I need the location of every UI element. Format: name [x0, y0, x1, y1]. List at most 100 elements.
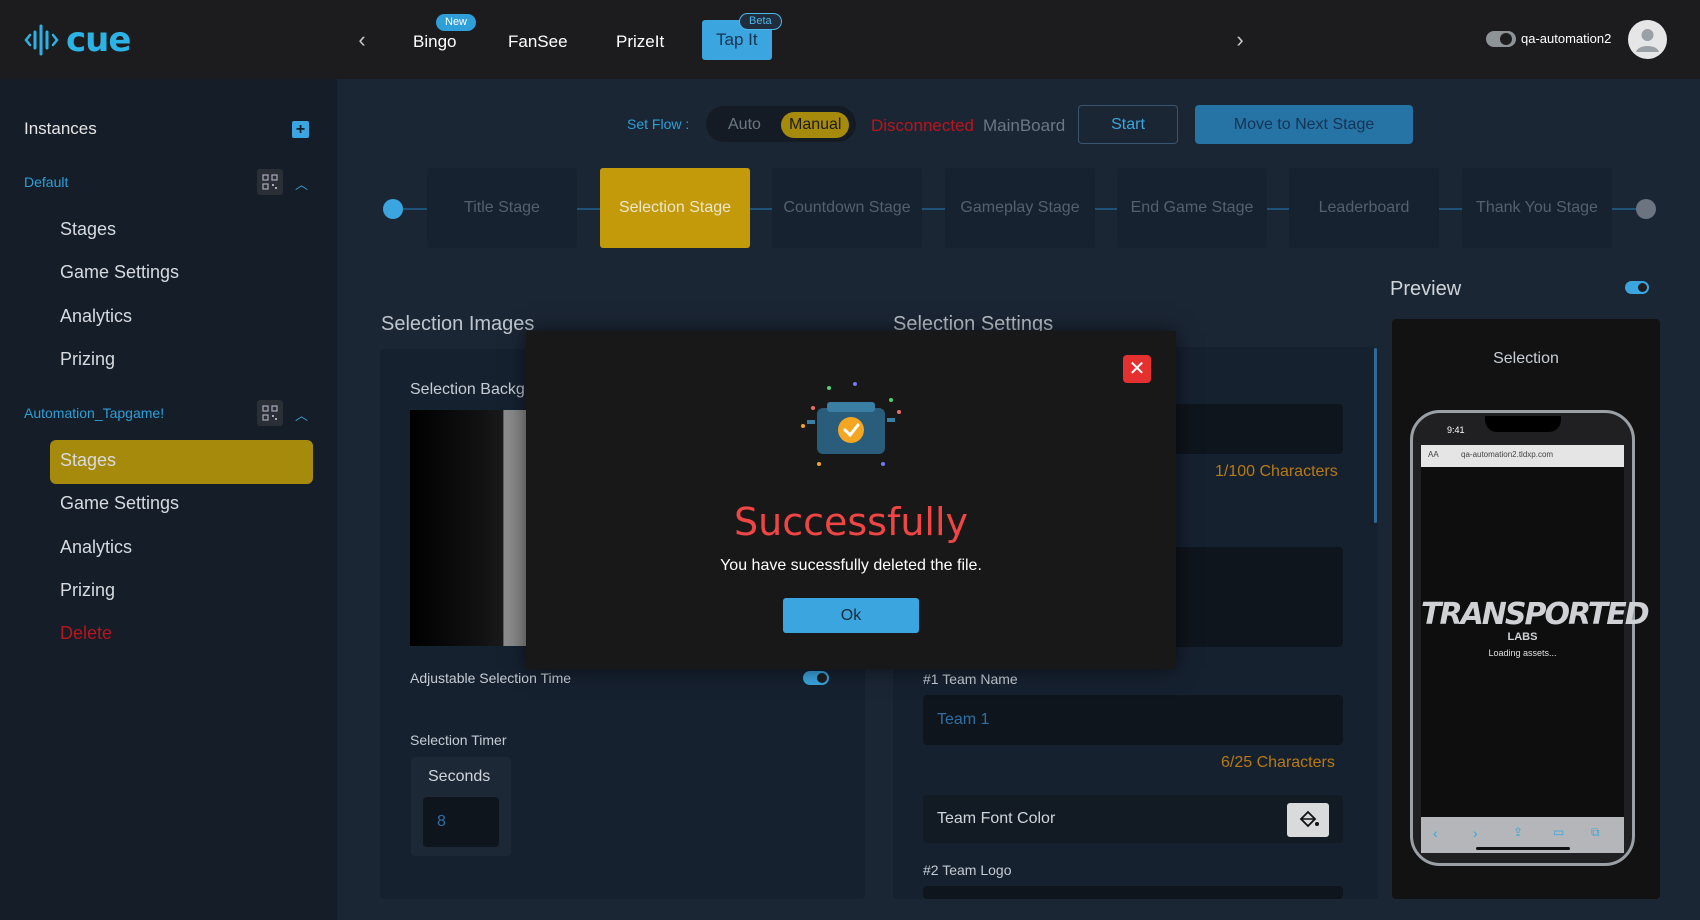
add-instance-button[interactable]: + — [292, 121, 309, 138]
timeline-end-dot — [1636, 199, 1656, 219]
seconds-input[interactable]: 8 — [423, 797, 499, 847]
phone-frame: 9:41 AA qa-automation2.tldxp.com TRANSPO… — [1410, 410, 1650, 866]
transported-brand: TRANSPORTED — [1421, 597, 1650, 632]
phone-aa: AA — [1428, 450, 1439, 459]
stage-leaderboard[interactable]: Leaderboard — [1289, 168, 1439, 248]
phone-screen: TRANSPORTED LABS Loading assets... — [1421, 467, 1650, 817]
loading-text: Loading assets... — [1488, 648, 1557, 658]
sidebar-item-prizing[interactable]: Prizing — [60, 349, 115, 370]
labs-brand: LABS — [1507, 631, 1538, 643]
team1-name-label: #1 Team Name — [923, 671, 1018, 687]
cue-logo[interactable]: cue — [24, 20, 131, 60]
modal-title: Successfully — [733, 500, 969, 544]
team1-char-count: 6/25 Characters — [1221, 754, 1335, 771]
sidebar-item-stages[interactable]: Stages — [60, 219, 116, 240]
success-illustration-icon — [801, 382, 901, 466]
collapse-chevron-icon[interactable]: ︿ — [295, 174, 308, 193]
tab-prizeit[interactable]: PrizeIt — [616, 26, 664, 58]
board-name: MainBoard — [983, 116, 1066, 135]
connection-status: Disconnected — [871, 116, 975, 135]
flow-manual-option[interactable]: Manual — [781, 112, 850, 138]
tab-label: Bingo — [413, 32, 457, 51]
phone-url: qa-automation2.tldxp.com — [1461, 450, 1554, 459]
close-icon[interactable]: ✕ — [1123, 355, 1151, 383]
stage-countdown[interactable]: Countdown Stage — [772, 168, 922, 248]
adjustable-time-toggle[interactable] — [803, 671, 829, 685]
selection-images-title: Selection Images — [381, 313, 535, 335]
forward-arrow-icon: › — [1473, 825, 1478, 841]
home-indicator — [1476, 847, 1570, 850]
team-font-color-row: Team Font Color — [923, 795, 1343, 843]
sidebar-item-game-settings[interactable]: Game Settings — [60, 493, 179, 514]
back-arrow-icon: ‹ — [1433, 825, 1438, 841]
seconds-label: Seconds — [428, 768, 491, 785]
tab-label: Tap It — [716, 30, 758, 49]
phone-toolbar: ‹ › ⇪ ▭ ⧉ — [1421, 817, 1624, 853]
user-icon — [1636, 29, 1659, 52]
seconds-value: 8 — [437, 813, 446, 830]
nav-next-arrow-icon[interactable]: › — [1228, 28, 1252, 52]
cue-wave-icon — [24, 24, 59, 56]
flow-auto-option[interactable]: Auto — [720, 112, 769, 138]
preview-title: Preview — [1390, 278, 1462, 300]
group-name-default[interactable]: Default — [24, 174, 68, 190]
team1-name-value: Team 1 — [937, 711, 990, 728]
sidebar-item-delete[interactable]: Delete — [60, 623, 112, 644]
tab-fansee[interactable]: FanSee — [508, 26, 568, 58]
selection-background-label: Selection Backg — [410, 381, 525, 398]
start-button[interactable]: Start — [1078, 105, 1178, 144]
avatar[interactable] — [1628, 20, 1667, 59]
ok-button[interactable]: Ok — [783, 598, 919, 633]
preview-screen-title: Selection — [1493, 350, 1559, 367]
sidebar-item-analytics[interactable]: Analytics — [60, 306, 132, 327]
team1-name-input[interactable]: Team 1 — [923, 695, 1343, 745]
new-badge: New — [436, 14, 477, 31]
qr-code-icon[interactable] — [257, 169, 283, 195]
paint-bucket-icon[interactable] — [1287, 803, 1329, 837]
background-image-preview[interactable] — [410, 410, 526, 646]
qr-code-icon[interactable] — [257, 400, 283, 426]
tab-label: PrizeIt — [616, 32, 665, 51]
tab-tap-it[interactable]: Beta Tap It — [702, 13, 782, 60]
phone-time: 9:41 — [1447, 425, 1465, 435]
group-name-automation[interactable]: Automation_Tapgame! — [24, 405, 164, 421]
team2-logo-label: #2 Team Logo — [923, 862, 1012, 878]
timeline-start-dot — [383, 199, 403, 219]
user-name: qa-automation2 — [1521, 31, 1612, 46]
tab-bingo[interactable]: New Bingo — [413, 14, 477, 58]
nav-prev-arrow-icon[interactable]: ‹ — [350, 28, 374, 52]
phone-url-bar: AA qa-automation2.tldxp.com — [1421, 445, 1624, 467]
selection-timer-label: Selection Timer — [410, 732, 507, 748]
stage-selection[interactable]: Selection Stage — [600, 168, 750, 248]
beta-badge: Beta — [739, 13, 782, 30]
sidebar-title: Instances — [24, 119, 97, 138]
team-font-color-label: Team Font Color — [937, 810, 1056, 827]
stage-title[interactable]: Title Stage — [427, 168, 577, 248]
adjustable-selection-time-label: Adjustable Selection Time — [410, 670, 572, 686]
collapse-chevron-icon[interactable]: ︿ — [295, 405, 308, 424]
theme-toggle[interactable] — [1486, 31, 1516, 47]
stage-thank-you[interactable]: Thank You Stage — [1462, 168, 1612, 248]
set-flow-label: Set Flow : — [627, 116, 690, 132]
preview-toggle[interactable] — [1625, 281, 1649, 294]
tab-label: FanSee — [508, 32, 568, 51]
tabs-icon: ⧉ — [1591, 825, 1600, 839]
sidebar: Instances + Default ︿ Stages Game Settin… — [0, 79, 337, 920]
sidebar-item-stages-active[interactable]: Stages — [60, 450, 116, 471]
modal-message: You have sucessfully deleted the file. — [720, 557, 982, 574]
flow-mode-toggle[interactable]: Auto Manual — [706, 106, 856, 142]
team2-logo-input[interactable] — [923, 886, 1343, 899]
move-to-next-stage-button[interactable]: Move to Next Stage — [1195, 105, 1413, 144]
top-bar: cue ‹ New Bingo FanSee PrizeIt Beta Tap … — [0, 0, 1700, 79]
bookmarks-icon: ▭ — [1553, 825, 1565, 839]
sidebar-item-prizing[interactable]: Prizing — [60, 580, 115, 601]
sidebar-item-analytics[interactable]: Analytics — [60, 537, 132, 558]
logo-text: cue — [66, 20, 131, 60]
title-char-count: 1/100 Characters — [1215, 463, 1338, 480]
stage-gameplay[interactable]: Gameplay Stage — [945, 168, 1095, 248]
sidebar-item-game-settings[interactable]: Game Settings — [60, 262, 179, 283]
share-icon: ⇪ — [1513, 825, 1524, 839]
phone-notch — [1485, 416, 1561, 432]
settings-scrollbar[interactable] — [1374, 348, 1377, 523]
stage-end-game[interactable]: End Game Stage — [1117, 168, 1267, 248]
